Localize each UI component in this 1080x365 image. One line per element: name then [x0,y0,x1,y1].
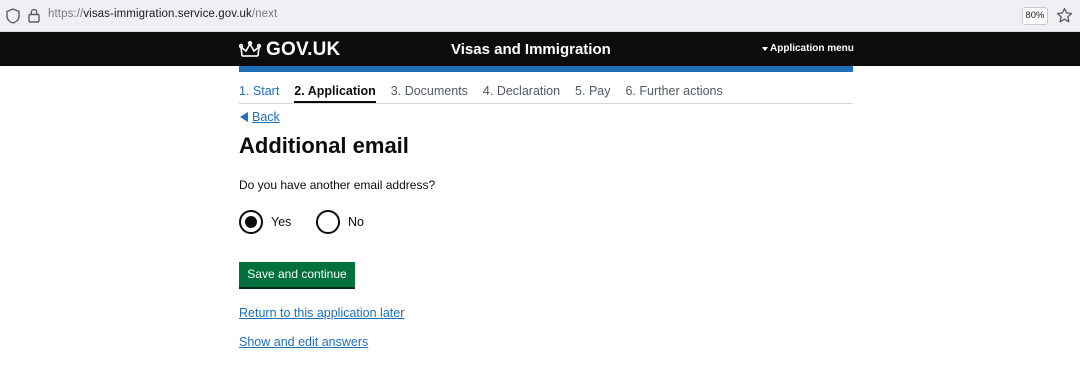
shield-icon[interactable] [6,8,20,24]
radio-yes-input[interactable] [239,210,263,234]
radio-option-yes[interactable]: Yes [239,210,291,234]
radio-option-no[interactable]: No [316,210,364,234]
step-navigation: 1. Start 2. Application 3. Documents 4. … [239,84,738,104]
header-accent-bar [239,66,853,72]
return-later-link[interactable]: Return to this application later [239,306,404,320]
question-label: Do you have another email address? [239,178,436,192]
step-navigation-divider [239,103,853,104]
application-menu-button[interactable]: Application menu [762,43,854,54]
back-link-label: Back [252,110,280,124]
zoom-level-badge[interactable]: 80% [1022,7,1048,25]
caret-down-icon [762,46,768,51]
service-name-link[interactable]: Visas and Immigration [451,41,611,58]
lock-icon[interactable] [28,8,40,23]
govuk-header: GOV.UK Visas and Immigration Application… [0,32,1080,66]
url-host: visas-immigration.service.gov.uk [83,8,252,20]
back-arrow-icon [240,112,248,122]
url-path: /next [251,8,278,20]
govuk-logo-link[interactable]: GOV.UK [239,39,340,61]
step-further-actions: 6. Further actions [625,84,723,98]
step-declaration: 4. Declaration [482,84,561,98]
browser-toolbar: https://visas-immigration.service.gov.uk… [0,0,1080,32]
radio-no-input[interactable] [316,210,340,234]
step-documents: 3. Documents [390,84,468,98]
radio-yes-label[interactable]: Yes [271,215,291,229]
save-and-continue-button[interactable]: Save and continue [239,262,355,287]
page-title: Additional email [239,133,409,158]
step-pay: 5. Pay [575,84,611,98]
back-link[interactable]: Back [240,110,280,124]
show-edit-answers-link[interactable]: Show and edit answers [239,335,368,349]
crown-icon [239,41,261,57]
radio-no-label[interactable]: No [348,215,364,229]
bookmark-star-icon[interactable] [1056,7,1073,24]
govuk-logo-text: GOV.UK [266,39,341,60]
url-scheme: https:// [48,8,84,20]
address-bar[interactable]: https://visas-immigration.service.gov.uk… [48,8,277,20]
step-start[interactable]: 1. Start [239,84,279,104]
step-application: 2. Application [294,84,376,103]
application-menu-label: Application menu [770,43,854,54]
